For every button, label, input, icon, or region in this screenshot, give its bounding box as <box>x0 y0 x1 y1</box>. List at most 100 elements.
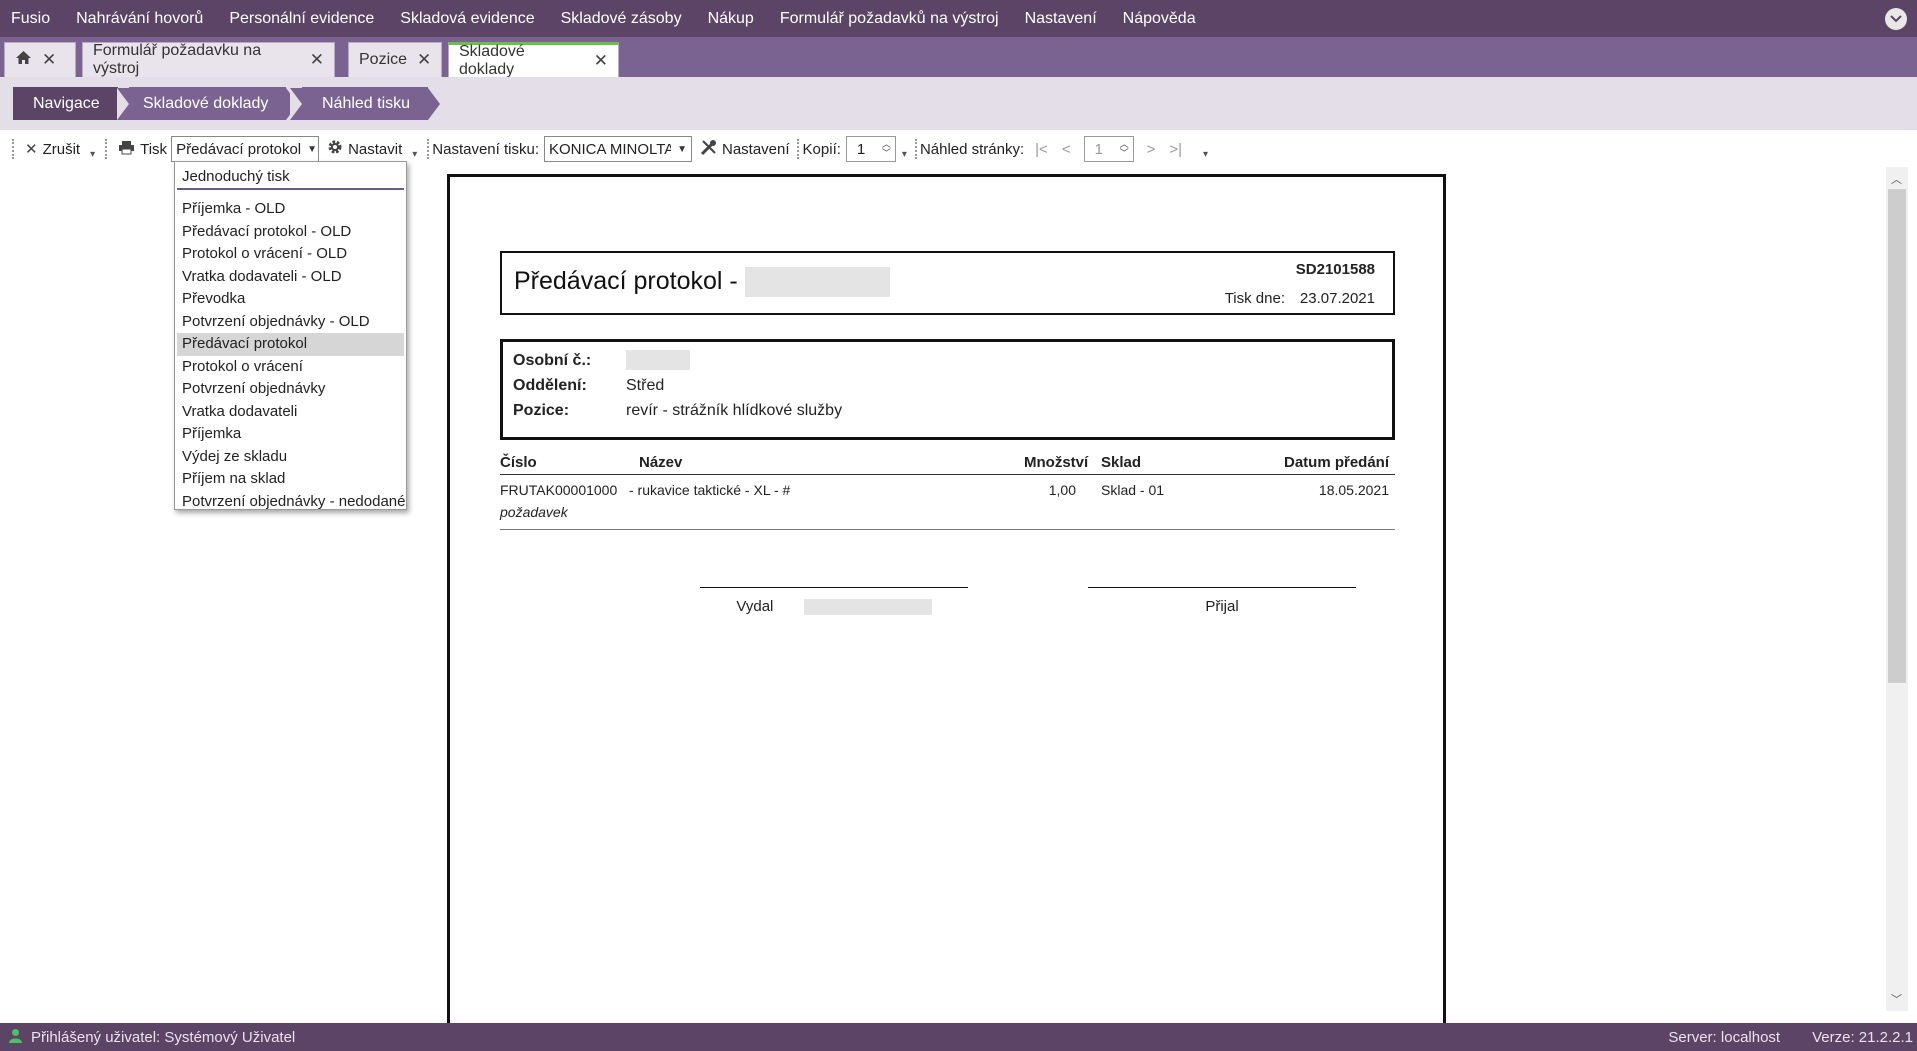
menu-item-fusio[interactable]: Fusio <box>0 0 63 37</box>
toolbar-grip[interactable] <box>914 139 918 159</box>
column-header: Číslo <box>500 454 537 471</box>
dropdown-item[interactable]: Vratka dodavateli - OLD <box>177 266 404 289</box>
dropdown-item[interactable]: Protokol o vrácení <box>177 356 404 379</box>
column-header: Název <box>639 454 683 471</box>
breadcrumb-navigation[interactable]: Navigace <box>13 87 130 120</box>
dropdown-item[interactable]: Předávací protokol - OLD <box>177 221 404 244</box>
scrollbar-thumb[interactable] <box>1888 189 1906 683</box>
document-number: SD2101588 <box>1295 261 1375 278</box>
dropdown-item[interactable]: Protokol o vrácení - OLD <box>177 243 404 266</box>
dropdown-items: Příjemka - OLD Předávací protokol - OLD … <box>175 198 406 513</box>
divider <box>500 529 1395 530</box>
page-stepper[interactable]: 1 ︿ ﹀ <box>1083 136 1134 162</box>
dropdown-item-selected[interactable]: Předávací protokol <box>177 333 404 356</box>
menu-item-call-recording[interactable]: Nahrávání hovorů <box>63 0 216 37</box>
signature-issued: Vydal <box>700 587 968 616</box>
copies-stepper[interactable]: 1 ︿ ﹀ <box>845 136 896 162</box>
configure-label: Nastavit <box>348 140 403 158</box>
tab-label: Pozice <box>359 51 408 68</box>
home-icon <box>15 50 32 70</box>
breadcrumb-label: Skladové doklady <box>129 87 287 120</box>
dropdown-item[interactable]: Potvrzení objednávky <box>177 378 404 401</box>
toolbar-grip[interactable] <box>12 139 15 159</box>
overflow-icon[interactable]: ▾ <box>902 149 907 160</box>
cancel-button[interactable]: ✕ Zrušit <box>21 140 84 159</box>
toolbar-grip[interactable] <box>427 139 430 159</box>
overflow-icon[interactable]: ▾ <box>412 149 417 160</box>
page-preview-label: Náhled stránky: <box>919 140 1025 158</box>
tab-strip: ✕ Formulář požadavku na výstroj ✕ Pozice… <box>0 37 1917 78</box>
dropdown-arrow-icon: ▼ <box>307 143 318 155</box>
configure-button[interactable]: Nastavit <box>323 139 406 159</box>
menu-item-personnel[interactable]: Personální evidence <box>216 0 387 37</box>
report-select[interactable]: Předávací protokol ▼ <box>171 136 320 162</box>
scroll-up-icon[interactable]: ︿ <box>1891 171 1902 187</box>
vertical-scrollbar[interactable]: ︿ ﹀ <box>1886 167 1908 1011</box>
menu-bar: Fusio Nahrávání hovorů Personální eviden… <box>0 0 1917 37</box>
dropdown-item-simple-print[interactable]: Jednoduchý tisk <box>177 164 404 190</box>
item-warehouse: Sklad - 01 <box>1101 482 1165 498</box>
tab-equipment-form[interactable]: Formulář požadavku na výstroj ✕ <box>82 42 335 77</box>
tab-home[interactable]: ✕ <box>4 42 76 77</box>
menu-item-warehouse-records[interactable]: Skladová evidence <box>387 0 547 37</box>
menu-item-equipment-form[interactable]: Formulář požadavků na výstroj <box>767 0 1012 37</box>
toolbar-grip[interactable] <box>105 139 108 159</box>
dropdown-arrow-icon: ▼ <box>677 143 687 155</box>
position-label: Pozice: <box>513 402 570 419</box>
toolbar-grip[interactable] <box>796 139 800 159</box>
signature-received: Přijal <box>1088 587 1356 615</box>
dropdown-item[interactable]: Potvrzení objednávky - nedodané <box>177 491 405 514</box>
close-icon[interactable]: ✕ <box>310 50 324 70</box>
printer-select-value: KONICA MINOLTA ( <box>549 140 672 158</box>
copies-value: 1 <box>856 140 866 158</box>
logged-user-label: Přihlášený uživatel: Systémový Uživatel <box>31 1028 296 1046</box>
tab-positions[interactable]: Pozice ✕ <box>348 42 442 77</box>
dropdown-item[interactable]: Příjem na sklad <box>177 468 404 491</box>
overflow-icon[interactable]: ▾ <box>90 149 95 160</box>
stepper-arrows-icon[interactable]: ︿ ﹀ <box>1120 140 1129 158</box>
report-dropdown-list[interactable]: Jednoduchý tisk Příjemka - OLD Předávací… <box>174 161 407 510</box>
menu-item-stock[interactable]: Skladové zásoby <box>548 0 695 37</box>
menu-item-settings[interactable]: Nastavení <box>1012 0 1110 37</box>
printer-settings-button[interactable]: Nastavení <box>696 139 794 160</box>
dropdown-item[interactable]: Převodka <box>177 288 404 311</box>
last-page-icon[interactable]: >| <box>1162 141 1189 158</box>
dropdown-item[interactable]: Výdej ze skladu <box>177 446 404 469</box>
menu-item-help[interactable]: Nápověda <box>1110 0 1209 37</box>
item-name: - rukavice taktické - XL - # <box>629 482 791 498</box>
page-value: 1 <box>1094 140 1103 158</box>
next-page-icon[interactable]: > <box>1140 141 1163 158</box>
print-button[interactable]: Tisk <box>114 140 171 159</box>
dropdown-item[interactable]: Potvrzení objednávky - OLD <box>177 311 404 334</box>
scroll-down-icon[interactable]: ﹀ <box>1891 991 1902 1007</box>
overflow-icon[interactable]: ▾ <box>1203 149 1208 160</box>
printer-icon <box>118 140 135 159</box>
dropdown-item[interactable]: Příjemka <box>177 423 404 446</box>
previous-page-icon[interactable]: < <box>1055 141 1078 158</box>
breadcrumb-label: Navigace <box>13 87 118 120</box>
print-settings-label: Nastavení tisku: <box>432 140 539 158</box>
redacted-personal-number <box>626 350 690 370</box>
stepper-arrows-icon[interactable]: ︿ ﹀ <box>882 140 891 158</box>
breadcrumb-print-preview[interactable]: Náhled tisku <box>290 87 441 120</box>
received-label: Přijal <box>1205 598 1239 615</box>
print-date-label: Tisk dne: <box>1224 290 1285 307</box>
breadcrumb-warehouse-documents[interactable]: Skladové doklady <box>117 87 299 120</box>
dropdown-item[interactable]: Příjemka - OLD <box>177 198 404 221</box>
close-icon[interactable]: ✕ <box>42 50 56 70</box>
menu-item-purchase[interactable]: Nákup <box>695 0 767 37</box>
document-title: Předávací protokol - <box>514 267 890 298</box>
document-page: Předávací protokol - SD2101588 Tisk dne:… <box>447 174 1446 1034</box>
status-right: Server: localhost Verze: 21.2.2.1 <box>1668 1029 1917 1046</box>
close-icon[interactable]: ✕ <box>417 50 431 70</box>
printer-select[interactable]: KONICA MINOLTA ( ▼ <box>544 136 692 162</box>
tab-warehouse-documents[interactable]: Skladové doklady ✕ <box>448 42 619 78</box>
column-header: Množství <box>1024 454 1089 471</box>
dropdown-item[interactable]: Vratka dodavateli <box>177 401 404 424</box>
version-label: Verze: 21.2.2.1 <box>1812 1028 1913 1046</box>
breadcrumb: Navigace Skladové doklady Náhled tisku <box>0 77 1917 130</box>
tab-label: Skladové doklady <box>459 43 525 78</box>
chevron-down-icon[interactable] <box>1885 8 1907 30</box>
first-page-icon[interactable]: |< <box>1028 141 1055 158</box>
close-icon[interactable]: ✕ <box>594 51 608 71</box>
